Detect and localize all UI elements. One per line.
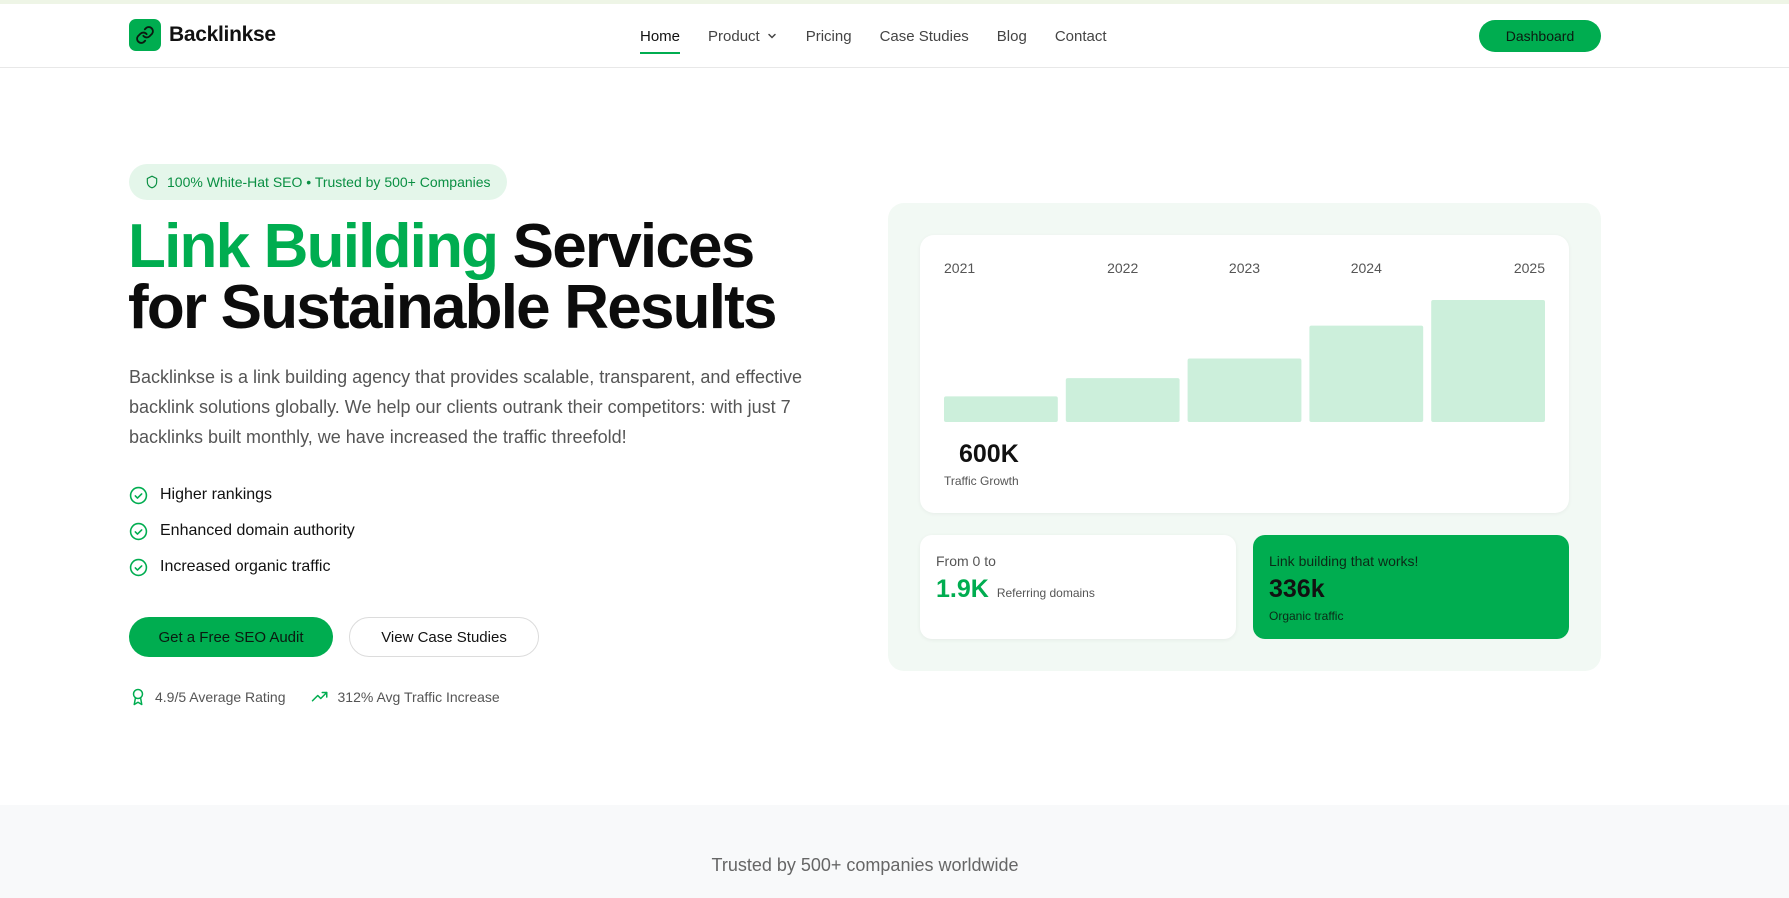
- chart-year-label-2024: 2024: [1351, 260, 1382, 276]
- headline-part-1: Services: [512, 212, 756, 281]
- trusted-section: Trusted by 500+ companies worldwide: [0, 805, 1789, 898]
- nav-links: Home Product Pricing Case Studies Blog C…: [640, 4, 1135, 68]
- brand-name: Backlinkse: [169, 23, 276, 46]
- traffic-chart-card: 2021 2022 2023 2024 2025 600K Traffic Growth: [920, 235, 1569, 513]
- domains-row: 1.9K Referring domains: [936, 575, 1095, 604]
- link-icon: [129, 19, 161, 51]
- free-seo-audit-button[interactable]: Get a Free SEO Audit: [129, 617, 333, 657]
- check-circle-icon: [129, 558, 148, 576]
- nav-blog[interactable]: Blog: [997, 4, 1027, 68]
- award-icon: [132, 688, 144, 706]
- hero-stats: 4.9/5 Average Rating 312% Avg Traffic In…: [129, 688, 524, 706]
- feature-label: Higher rankings: [160, 486, 273, 503]
- hero-headline: Link Building Services for Sustainable R…: [128, 216, 777, 339]
- growth-value: 600K: [959, 440, 1019, 468]
- trusted-heading: Trusted by 500+ companies worldwide: [711, 855, 1019, 875]
- domains-prefix: From 0 to: [936, 553, 996, 569]
- top-navigation: Backlinkse Home Product Pricing Case Stu…: [0, 4, 1789, 68]
- domains-label: Referring domains: [996, 586, 1095, 600]
- chart-year-label-2025: 2025: [1514, 260, 1545, 276]
- trending-up-icon: [311, 691, 328, 702]
- organic-traffic-card: Link building that works! 336k Organic t…: [1253, 535, 1569, 639]
- chart-year-label-2022: 2022: [1107, 260, 1138, 276]
- referring-domains-card: From 0 to 1.9K Referring domains: [920, 535, 1236, 639]
- nav-case-studies[interactable]: Case Studies: [880, 4, 969, 68]
- growth-label: Traffic Growth: [944, 474, 1019, 488]
- feature-label: Increased organic traffic: [160, 558, 331, 575]
- chart-bar-2024: [1309, 325, 1424, 422]
- feature-item: Enhanced domain authority: [129, 513, 355, 549]
- nav-product[interactable]: Product: [708, 4, 778, 68]
- logo[interactable]: Backlinkse: [129, 19, 276, 51]
- traffic-stat: 312% Avg Traffic Increase: [310, 688, 500, 706]
- nav-case-studies-label: Case Studies: [879, 27, 969, 45]
- feature-item: Higher rankings: [129, 477, 355, 513]
- nav-blog-label: Blog: [996, 27, 1027, 45]
- view-case-studies-button[interactable]: View Case Studies: [349, 617, 539, 657]
- nav-home-label: Home: [640, 27, 681, 45]
- trust-badge: 100% White-Hat SEO • Trusted by 500+ Com…: [129, 164, 507, 200]
- traffic-bar-chart: 2021 2022 2023 2024 2025: [944, 260, 1545, 422]
- dashboard-button[interactable]: Dashboard: [1479, 20, 1601, 52]
- chart-bar-2023: [1187, 358, 1302, 422]
- feature-list: Higher rankings Enhanced domain authorit…: [129, 477, 355, 585]
- chart-year-label-2023: 2023: [1229, 260, 1260, 276]
- badge-text: 100% White-Hat SEO • Trusted by 500+ Com…: [167, 174, 491, 190]
- nav-product-label: Product: [708, 27, 760, 45]
- nav-contact[interactable]: Contact: [1055, 4, 1107, 68]
- chart-year-label-2021: 2021: [944, 260, 975, 276]
- check-circle-icon: [129, 486, 148, 504]
- check-circle-icon: [129, 522, 148, 540]
- domains-value: 1.9K: [936, 575, 989, 603]
- feature-label: Enhanced domain authority: [160, 522, 355, 539]
- chart-bar-2021: [944, 396, 1058, 422]
- organic-row: 336k: [1269, 575, 1325, 604]
- headline-highlight: Link Building: [128, 212, 499, 281]
- chart-bar-2022: [1065, 378, 1180, 422]
- organic-tagline: Link building that works!: [1269, 553, 1419, 569]
- nav-home[interactable]: Home: [640, 4, 681, 68]
- rating-stat: 4.9/5 Average Rating: [129, 688, 286, 706]
- chart-bar-2025: [1431, 300, 1545, 422]
- stats-panel: 2021 2022 2023 2024 2025 600K Traffic Growth…: [888, 203, 1601, 671]
- feature-item: Increased organic traffic: [129, 549, 355, 585]
- nav-pricing-label: Pricing: [805, 27, 852, 45]
- hero-description: Backlinkse is a link building agency tha…: [129, 367, 803, 447]
- shield-icon: [146, 175, 158, 189]
- chevron-down-icon: [767, 33, 776, 39]
- headline-part-2: for Sustainable Results: [128, 273, 777, 342]
- nav-contact-label: Contact: [1054, 27, 1107, 45]
- organic-label: Organic traffic: [1269, 609, 1344, 623]
- nav-pricing[interactable]: Pricing: [806, 4, 852, 68]
- traffic-text: 312% Avg Traffic Increase: [337, 689, 500, 705]
- organic-value: 336k: [1269, 575, 1325, 603]
- rating-text: 4.9/5 Average Rating: [155, 689, 286, 705]
